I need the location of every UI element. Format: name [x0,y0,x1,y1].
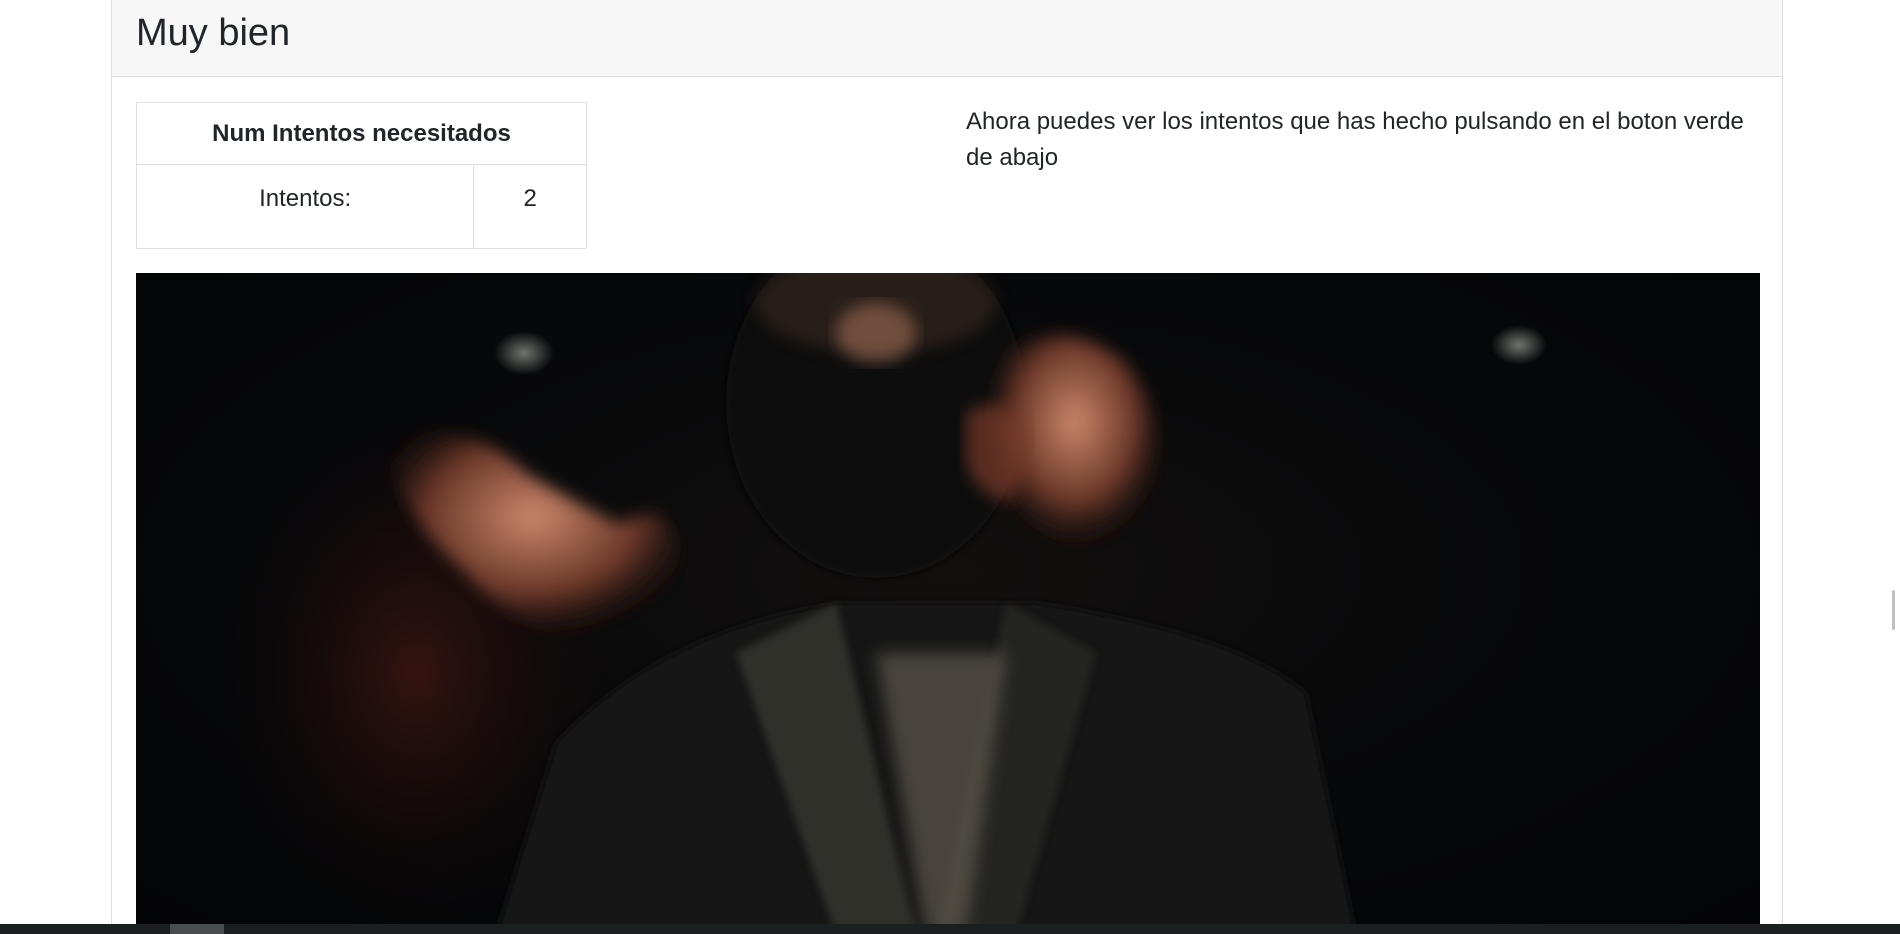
table-header-row: Num Intentos necesitados [136,102,587,165]
video-frame-image [216,273,1547,934]
bottom-bar-item[interactable] [170,924,224,934]
card-header: Muy bien [112,0,1782,77]
attempts-value: 2 [473,164,587,249]
attempts-table: Num Intentos necesitados Intentos: 2 [135,102,587,249]
table-row: Intentos: 2 [135,164,587,249]
instructions-text: Ahora puedes ver los intentos que has he… [966,108,1744,171]
page-scrollbar[interactable] [1886,0,1900,924]
result-card: Muy bien Num Intentos necesitados Intent… [111,0,1783,934]
page-title: Muy bien [136,12,291,54]
scrollbar-thumb[interactable] [1892,590,1895,630]
bottom-bar [0,924,1900,934]
table-header: Num Intentos necesitados [136,102,587,165]
attempts-label: Intentos: [135,164,475,249]
reaction-image [136,273,1760,934]
